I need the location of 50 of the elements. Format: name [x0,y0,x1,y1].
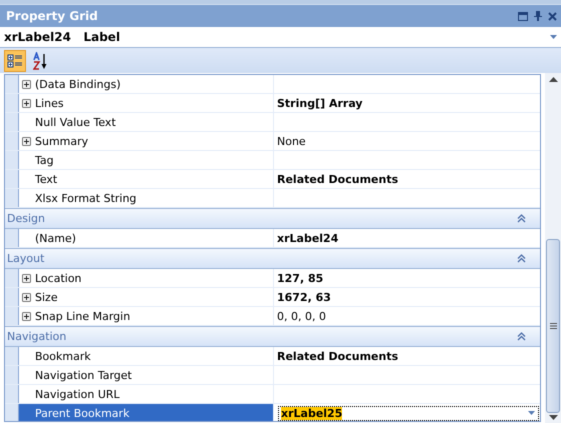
dropdown-arrow-icon[interactable] [528,411,535,415]
property-name-cell[interactable]: Null Value Text [19,113,274,131]
property-value-cell[interactable]: Related Documents [274,170,540,188]
collapse-icon[interactable] [517,254,526,263]
property-value-cell[interactable]: String[] Array [274,94,540,112]
collapse-icon[interactable] [517,332,526,341]
category-label: Layout [6,252,46,265]
property-name-cell[interactable]: Lines [19,94,274,112]
expand-icon[interactable] [22,312,31,320]
expand-icon[interactable] [22,98,31,108]
property-name-cell[interactable]: Snap Line Margin [19,307,274,325]
property-name-cell[interactable]: Navigation URL [19,385,274,403]
close-icon[interactable] [548,12,557,20]
property-name-cell[interactable]: Xlsx Format String [19,189,274,207]
window-title: Property Grid [6,9,99,23]
maximize-icon[interactable] [518,12,528,20]
expand-icon[interactable] [22,292,31,302]
scroll-up-icon[interactable] [548,77,558,82]
property-name-cell[interactable]: Tag [19,151,274,169]
property-name-cell[interactable]: Location [19,269,274,287]
property-value-cell[interactable]: 127, 85 [274,269,540,287]
category-label: Navigation [6,330,68,343]
property-name-cell[interactable]: Text [19,170,274,188]
property-name-cell[interactable]: Navigation Target [19,366,274,384]
collapse-icon[interactable] [517,214,526,223]
property-name-cell[interactable]: Summary [19,132,274,150]
expand-icon[interactable] [22,274,31,282]
expand-icon[interactable] [22,136,31,146]
property-name-cell[interactable]: (Name) [19,229,274,247]
pin-icon[interactable] [534,11,542,21]
property-value-cell[interactable]: xrLabel24 [274,229,540,247]
dropdown-arrow-icon[interactable] [550,35,557,39]
value-editor[interactable]: xrLabel25 [278,406,539,420]
categorized-button[interactable] [4,50,26,72]
property-value-cell[interactable]: 1672, 63 [274,288,540,306]
scroll-down-icon[interactable] [548,415,558,420]
scrollbar[interactable] [545,73,561,423]
scroll-thumb[interactable] [546,239,560,413]
property-name-cell[interactable]: (Data Bindings) [19,75,274,93]
property-name-cell[interactable]: Size [19,288,274,306]
category-header[interactable]: Layout [5,248,540,269]
property-name-cell[interactable]: Parent Bookmark [19,404,274,421]
property-value-cell[interactable]: None [274,132,540,150]
property-value-cell[interactable]: 0, 0, 0, 0 [274,307,540,325]
expand-icon[interactable] [22,80,31,88]
category-header[interactable]: Design [5,208,540,229]
category-label: Design [6,212,46,225]
property-value-cell[interactable]: Related Documents [274,347,540,365]
property-name-cell[interactable]: Bookmark [19,347,274,365]
category-header[interactable]: Navigation [5,326,540,347]
